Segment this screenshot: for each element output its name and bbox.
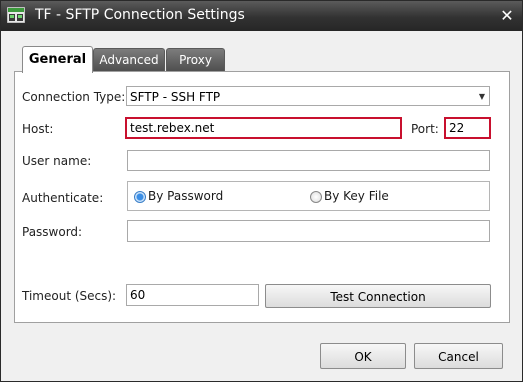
timeout-label: Timeout (Secs): bbox=[22, 289, 117, 303]
by-key-file-label[interactable]: By Key File bbox=[324, 189, 389, 203]
by-key-file-radio[interactable] bbox=[310, 191, 322, 203]
close-icon[interactable]: ✕ bbox=[497, 7, 517, 25]
test-connection-button[interactable]: Test Connection bbox=[265, 284, 491, 308]
by-password-radio[interactable] bbox=[134, 191, 146, 203]
tab-general[interactable]: General bbox=[22, 46, 93, 73]
connection-type-label: Connection Type: bbox=[22, 90, 126, 104]
dialog-window: TF - SFTP Connection Settings ✕ General … bbox=[0, 0, 523, 382]
username-label: User name: bbox=[22, 154, 92, 168]
tab-proxy[interactable]: Proxy bbox=[166, 48, 225, 71]
password-label: Password: bbox=[22, 225, 83, 239]
password-input[interactable] bbox=[127, 220, 490, 242]
title-bar[interactable]: TF - SFTP Connection Settings ✕ bbox=[1, 1, 522, 31]
ok-button[interactable]: OK bbox=[320, 343, 406, 369]
connection-icon bbox=[7, 7, 25, 23]
connection-type-value: SFTP - SSH FTP bbox=[130, 90, 221, 104]
cancel-button[interactable]: Cancel bbox=[414, 343, 503, 369]
window-title: TF - SFTP Connection Settings bbox=[35, 7, 245, 23]
timeout-input[interactable]: 60 bbox=[126, 284, 259, 306]
connection-type-select[interactable]: SFTP - SSH FTP ▼ bbox=[126, 86, 490, 106]
chevron-down-icon: ▼ bbox=[478, 92, 485, 101]
authenticate-label: Authenticate: bbox=[22, 191, 104, 205]
tab-advanced[interactable]: Advanced bbox=[93, 48, 165, 71]
host-label: Host: bbox=[22, 122, 54, 136]
authenticate-group: By Password By Key File bbox=[127, 181, 490, 211]
by-password-label[interactable]: By Password bbox=[148, 189, 223, 203]
port-label: Port: bbox=[411, 122, 439, 136]
port-input[interactable]: 22 bbox=[444, 117, 491, 139]
host-input[interactable]: test.rebex.net bbox=[125, 117, 402, 139]
username-input[interactable] bbox=[127, 150, 490, 171]
